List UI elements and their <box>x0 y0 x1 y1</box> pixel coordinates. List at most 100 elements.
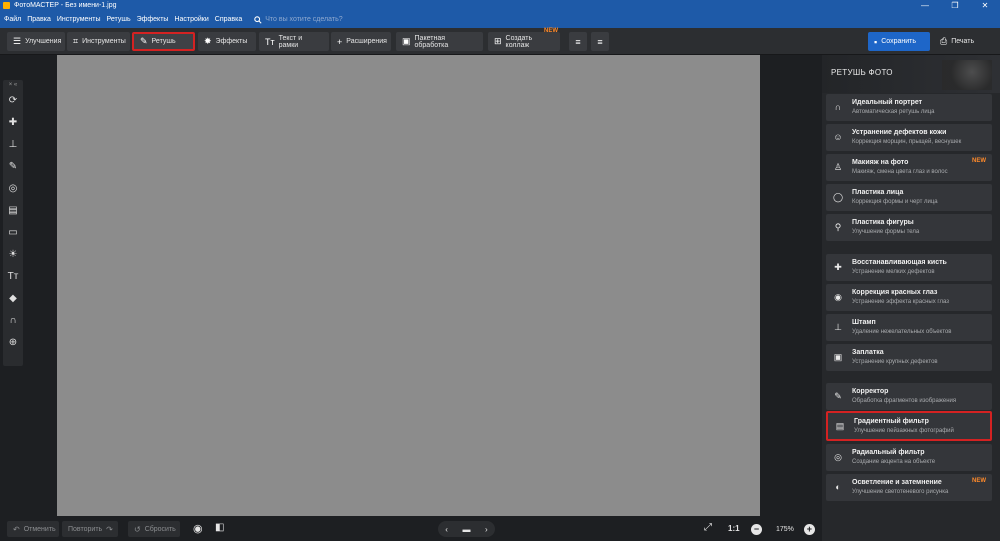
search-input[interactable]: Что вы хотите сделать? <box>265 16 342 23</box>
tool-makeup[interactable]: ♙ Макияж на фото Макияж, смена цвета гла… <box>826 154 992 181</box>
eye-icon[interactable]: ◉ <box>193 522 203 535</box>
undo-icon: ↶ <box>13 524 20 534</box>
tab-text-label: Текст и рамки <box>278 34 303 49</box>
gradient-icon: ▤ <box>835 421 845 431</box>
maximize-button[interactable]: ❐ <box>940 0 970 11</box>
tool-title: Макияж на фото <box>852 159 909 166</box>
healing-brush-icon[interactable]: ✚ <box>3 112 23 134</box>
minimize-button[interactable]: — <box>910 0 940 11</box>
reset-button[interactable]: ↺ Сбросить <box>128 521 180 537</box>
figure-icon: ⚲ <box>834 222 842 232</box>
zoom-in-icon[interactable]: + <box>803 523 815 535</box>
text-icon[interactable]: Tт <box>3 266 23 288</box>
tab-tools-label: Инструменты <box>82 38 126 45</box>
undo-label: Отменить <box>23 525 56 533</box>
tab-tools[interactable]: ⌗ Инструменты <box>67 32 130 51</box>
tool-subtitle: Удаление нежелательных объектов <box>852 329 952 335</box>
menu-settings[interactable]: Настройки <box>174 16 208 23</box>
radial-icon: ◎ <box>834 452 842 462</box>
reset-icon: ↺ <box>134 524 141 534</box>
plus-icon: + <box>337 36 343 47</box>
zoom-out-icon[interactable]: − <box>751 523 762 535</box>
panel-title: РЕТУШЬ ФОТО <box>831 68 893 77</box>
search-box[interactable]: Что вы хотите сделать? <box>254 15 343 24</box>
tool-title: Заплатка <box>852 349 884 356</box>
brush-icon: ✎ <box>834 391 842 401</box>
image-canvas[interactable] <box>57 55 760 516</box>
rotate-icon[interactable]: ⟳ <box>3 90 23 112</box>
undo-button[interactable]: ↶ Отменить <box>7 521 59 537</box>
redo-button[interactable]: Повторить ↷ <box>62 521 118 537</box>
create-collage-button[interactable]: ⊞ Создать коллаж NEW <box>488 28 560 51</box>
tool-skin-defects[interactable]: ☺ Устранение дефектов кожи Коррекция мор… <box>826 124 992 151</box>
batch-processing-button[interactable]: ▣ Пакетная обработка <box>396 32 483 51</box>
tool-title: Осветление и затемнение <box>852 479 942 486</box>
file-navigation: ‹ ▬ › <box>438 521 495 537</box>
tab-extensions[interactable]: + Расширения <box>331 32 391 51</box>
tool-title: Пластика лица <box>852 189 904 196</box>
tool-subtitle: Коррекция морщин, прыщей, веснушек <box>852 139 962 145</box>
tool-gradient-filter[interactable]: ▤ Градиентный фильтр Улучшение пейзажных… <box>826 411 992 441</box>
tab-improvements-label: Улучшения <box>25 38 62 45</box>
tool-red-eye[interactable]: ◉ Коррекция красных глаз Устранение эффе… <box>826 284 992 311</box>
fit-screen-icon[interactable]: ⤢ <box>704 522 712 533</box>
tab-extensions-label: Расширения <box>346 38 387 45</box>
tab-retouch[interactable]: ✎ Ретушь <box>132 32 195 51</box>
menu-edit[interactable]: Правка <box>27 16 51 23</box>
stamp-icon[interactable]: ⊥ <box>3 134 23 156</box>
tool-healing-brush[interactable]: ✚ Восстанавливающая кисть Устранение мел… <box>826 254 992 281</box>
tool-title: Устранение дефектов кожи <box>852 129 947 136</box>
dodge-burn-icon: ◐ <box>835 482 841 492</box>
gradient-icon[interactable]: ▤ <box>3 200 23 222</box>
tool-title: Корректор <box>852 388 889 395</box>
batch-label: Пакетная обработка <box>414 34 449 49</box>
globe-icon[interactable]: ⊕ <box>3 332 23 354</box>
actual-size-button[interactable]: 1:1 <box>728 524 740 533</box>
face-icon[interactable]: ∩ <box>3 310 23 332</box>
tab-text-frames[interactable]: Tт Текст и рамки <box>259 32 329 51</box>
magic-wand-icon: ✸ <box>204 36 212 46</box>
tool-subtitle: Макияж, смена цвета глаз и волос <box>852 169 948 175</box>
tool-radial-filter[interactable]: ◎ Радиальный фильтр Создание акцента на … <box>826 444 992 471</box>
save-button[interactable]: ▪ Сохранить <box>868 32 930 51</box>
menu-effects[interactable]: Эффекты <box>137 16 169 23</box>
close-button[interactable]: ✕ <box>970 0 1000 11</box>
menu-retouch[interactable]: Ретушь <box>107 16 131 23</box>
text-icon: Tт <box>265 36 275 47</box>
tool-dodge-burn[interactable]: ◐ Осветление и затемнение Улучшение свет… <box>826 474 992 501</box>
tab-effects[interactable]: ✸ Эффекты <box>198 32 256 51</box>
tool-title: Идеальный портрет <box>852 99 923 106</box>
list-settings-button[interactable]: ≡ <box>591 32 609 51</box>
fill-icon[interactable]: ◆ <box>3 288 23 310</box>
menu-file[interactable]: Файл <box>4 16 21 23</box>
left-toolbar: × « ⟳ ✚ ⊥ ✎ ◎ ▤ ▭ ☀ Tт ◆ ∩ ⊕ <box>3 80 23 366</box>
collapse-panel-icon[interactable]: × « <box>3 80 23 90</box>
stamp-icon: ⊥ <box>834 322 842 332</box>
compare-icon[interactable]: ◧ <box>215 522 224 533</box>
tool-face-plastic[interactable]: ◯ Пластика лица Коррекция формы и черт л… <box>826 184 992 211</box>
face-plastic-icon: ◯ <box>832 192 844 202</box>
tool-subtitle: Улучшение пейзажных фотографий <box>854 428 954 434</box>
tool-patch[interactable]: ▣ Заплатка Устранение крупных дефектов <box>826 344 992 371</box>
brush-icon[interactable]: ✎ <box>3 156 23 178</box>
tool-title: Восстанавливающая кисть <box>852 259 947 266</box>
tool-figure-plastic[interactable]: ⚲ Пластика фигуры Улучшение формы тела <box>826 214 992 241</box>
brightness-icon[interactable]: ☀ <box>3 244 23 266</box>
tool-ideal-portrait[interactable]: ∩ Идеальный портрет Автоматическая ретуш… <box>826 94 992 121</box>
tab-improvements[interactable]: ☰ Улучшения <box>7 32 65 51</box>
tool-subtitle: Устранение крупных дефектов <box>852 359 938 365</box>
print-button[interactable]: ⎙ Печать <box>934 32 990 51</box>
tool-corrector[interactable]: ✎ Корректор Обработка фрагментов изображ… <box>826 383 992 410</box>
prev-image-icon[interactable]: ‹ <box>445 525 448 534</box>
tool-title: Коррекция красных глаз <box>852 289 938 296</box>
tool-subtitle: Устранение эффекта красных глаз <box>852 299 949 305</box>
app-logo-icon <box>3 2 10 9</box>
add-list-button[interactable]: ≡ <box>569 32 587 51</box>
tool-stamp[interactable]: ⊥ Штамп Удаление нежелательных объектов <box>826 314 992 341</box>
next-image-icon[interactable]: › <box>485 525 488 534</box>
radial-icon[interactable]: ◎ <box>3 178 23 200</box>
menu-tools[interactable]: Инструменты <box>57 16 101 23</box>
folder-icon[interactable]: ▬ <box>462 525 470 534</box>
menu-help[interactable]: Справка <box>215 16 242 23</box>
vignette-icon[interactable]: ▭ <box>3 222 23 244</box>
